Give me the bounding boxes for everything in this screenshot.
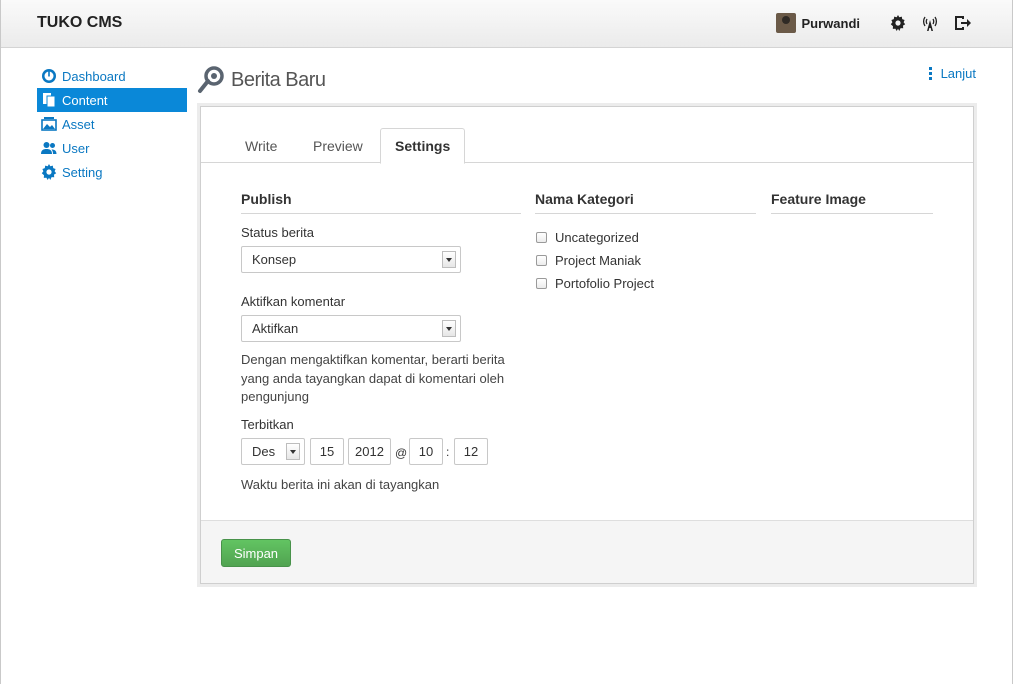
tab-settings[interactable]: Settings bbox=[380, 128, 466, 164]
form-actions: Simpan bbox=[201, 520, 973, 583]
publish-date-label: Terbitkan bbox=[241, 417, 294, 432]
sidebar-item-content[interactable]: Content bbox=[37, 88, 187, 112]
user-icon bbox=[41, 140, 57, 156]
broadcast-icon[interactable] bbox=[920, 13, 940, 33]
chevron-down-icon bbox=[442, 251, 456, 268]
dashboard-icon bbox=[41, 68, 57, 84]
sidebar-item-label: Content bbox=[62, 92, 108, 108]
chevron-down-icon bbox=[442, 320, 456, 337]
gear-icon[interactable] bbox=[888, 13, 908, 33]
category-checkbox-portofolio-project[interactable]: Portofolio Project bbox=[536, 276, 654, 291]
more-link[interactable]: Lanjut bbox=[928, 66, 976, 81]
category-heading: Nama Kategori bbox=[535, 191, 756, 214]
tab-write[interactable]: Write bbox=[231, 128, 291, 163]
sidebar-item-setting[interactable]: Setting bbox=[37, 160, 187, 184]
comment-select[interactable]: Aktifkan bbox=[241, 315, 461, 342]
hour-input[interactable]: 10 bbox=[409, 438, 443, 465]
minute-input[interactable]: 12 bbox=[454, 438, 488, 465]
comment-help-text: Dengan mengaktifkan komentar, berarti be… bbox=[241, 352, 505, 404]
logout-icon[interactable] bbox=[952, 13, 972, 33]
brand-logo[interactable]: TUKO CMS bbox=[37, 14, 122, 32]
checkbox[interactable] bbox=[536, 278, 547, 289]
checkbox-label: Project Maniak bbox=[555, 253, 641, 268]
sidebar-item-user[interactable]: User bbox=[37, 136, 187, 160]
more-link-label: Lanjut bbox=[940, 66, 976, 81]
vertical-dots-icon bbox=[928, 67, 933, 80]
comment-select-value: Aktifkan bbox=[252, 321, 299, 336]
time-colon: : bbox=[446, 445, 450, 459]
sidebar-item-label: Dashboard bbox=[62, 68, 126, 84]
username[interactable]: Purwandi bbox=[801, 16, 860, 31]
status-select[interactable]: Konsep bbox=[241, 246, 461, 273]
sidebar-item-label: Asset bbox=[62, 116, 95, 132]
month-select-value: Des bbox=[252, 444, 276, 459]
category-checkbox-project-maniak[interactable]: Project Maniak bbox=[536, 253, 641, 268]
comment-label: Aktifkan komentar bbox=[241, 294, 346, 309]
year-input[interactable]: 2012 bbox=[348, 438, 391, 465]
page-header: Berita Baru bbox=[197, 64, 326, 97]
pin-icon bbox=[197, 64, 227, 97]
sidebar-item-label: Setting bbox=[62, 164, 103, 180]
page-title: Berita Baru bbox=[231, 69, 326, 91]
checkbox-label: Portofolio Project bbox=[555, 276, 654, 291]
tab-preview[interactable]: Preview bbox=[299, 128, 377, 163]
sidebar-item-label: User bbox=[62, 140, 90, 156]
user-area: Purwandi bbox=[776, 13, 972, 33]
publish-heading: Publish bbox=[241, 191, 521, 214]
editor-panel: Write Preview Settings Publish Status be… bbox=[200, 106, 974, 584]
publish-help-text: Waktu berita ini akan di tayangkan bbox=[241, 477, 440, 492]
category-checkbox-uncategorized[interactable]: Uncategorized bbox=[536, 230, 639, 245]
checkbox[interactable] bbox=[536, 255, 547, 266]
status-label: Status berita bbox=[241, 225, 314, 240]
feature-image-heading: Feature Image bbox=[771, 191, 933, 214]
chevron-down-icon bbox=[286, 443, 300, 460]
avatar[interactable] bbox=[776, 13, 797, 33]
checkbox-label: Uncategorized bbox=[555, 230, 639, 245]
asset-icon bbox=[41, 116, 57, 132]
sidebar: Dashboard Content Asset User Setting bbox=[37, 64, 187, 184]
at-sign: @ bbox=[395, 446, 408, 460]
checkbox[interactable] bbox=[536, 232, 547, 243]
sidebar-item-dashboard[interactable]: Dashboard bbox=[37, 64, 187, 88]
status-select-value: Konsep bbox=[252, 252, 297, 267]
sidebar-item-asset[interactable]: Asset bbox=[37, 112, 187, 136]
day-input[interactable]: 15 bbox=[310, 438, 344, 465]
setting-icon bbox=[41, 164, 57, 180]
save-button[interactable]: Simpan bbox=[221, 539, 291, 567]
tab-bar: Write Preview Settings bbox=[201, 128, 973, 164]
top-navbar: TUKO CMS Purwandi bbox=[1, 0, 1012, 48]
content-icon bbox=[41, 92, 57, 108]
month-select[interactable]: Des bbox=[241, 438, 305, 465]
